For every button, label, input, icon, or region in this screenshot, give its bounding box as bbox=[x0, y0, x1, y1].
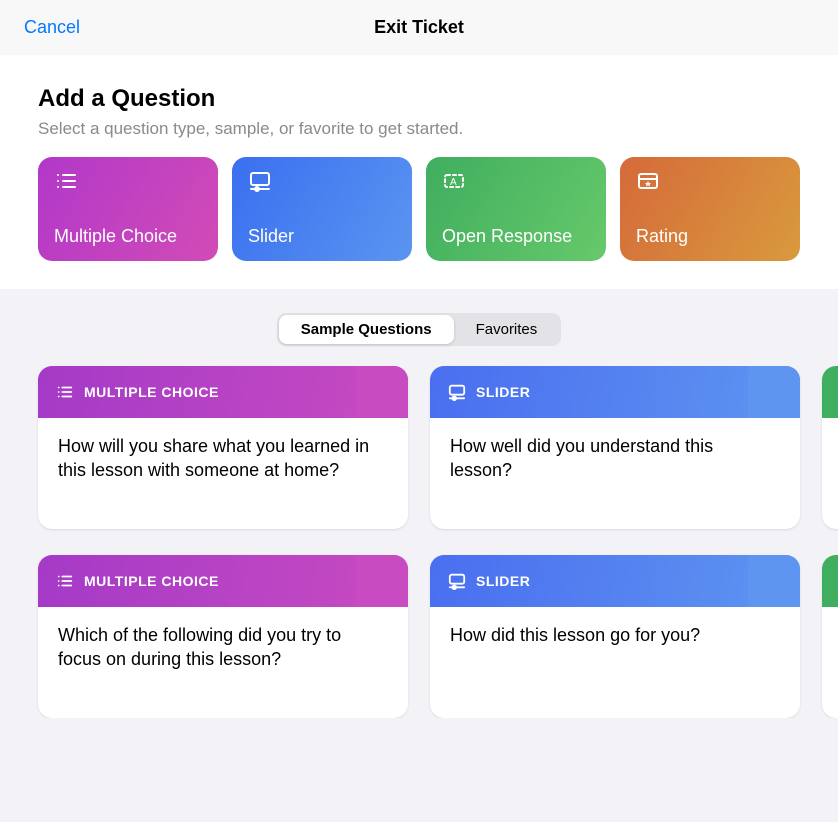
type-multiple-choice-button[interactable]: Multiple Choice bbox=[38, 157, 218, 261]
type-label: Multiple Choice bbox=[54, 226, 202, 247]
slider-icon bbox=[448, 572, 466, 590]
tab-favorites[interactable]: Favorites bbox=[454, 315, 560, 344]
cancel-button[interactable]: Cancel bbox=[24, 17, 80, 38]
sample-card-header: MULTIPLE CHOICE bbox=[38, 366, 408, 418]
sample-question-card[interactable]: MULTIPLE CHOICE Which of the following d… bbox=[38, 555, 408, 718]
type-label: Open Response bbox=[442, 226, 590, 247]
list-icon bbox=[56, 383, 74, 401]
sample-type-label: SLIDER bbox=[476, 573, 530, 589]
sample-question-text: How will you share what you learned in t… bbox=[38, 418, 408, 499]
sample-card-header bbox=[822, 366, 838, 418]
card-accent bbox=[748, 555, 800, 607]
sample-card-header bbox=[822, 555, 838, 607]
tab-sample-questions[interactable]: Sample Questions bbox=[279, 315, 454, 344]
list-icon bbox=[54, 169, 78, 193]
type-slider-button[interactable]: Slider bbox=[232, 157, 412, 261]
sample-question-card-peek[interactable] bbox=[822, 555, 838, 718]
add-question-subtitle: Select a question type, sample, or favor… bbox=[38, 119, 800, 139]
type-label: Rating bbox=[636, 226, 784, 247]
segmented-control-wrap: Sample Questions Favorites bbox=[0, 289, 838, 366]
card-accent bbox=[356, 555, 408, 607]
sample-questions-grid: MULTIPLE CHOICE How will you share what … bbox=[0, 366, 838, 718]
svg-text:A: A bbox=[450, 177, 457, 188]
sample-question-card-peek[interactable] bbox=[822, 366, 838, 529]
add-question-panel: Add a Question Select a question type, s… bbox=[0, 55, 838, 289]
sample-question-text: Which of the following did you try to fo… bbox=[38, 607, 408, 688]
sample-card-header: SLIDER bbox=[430, 366, 800, 418]
sample-question-card[interactable]: MULTIPLE CHOICE How will you share what … bbox=[38, 366, 408, 529]
sample-card-header: SLIDER bbox=[430, 555, 800, 607]
type-rating-button[interactable]: Rating bbox=[620, 157, 800, 261]
add-question-heading: Add a Question bbox=[38, 85, 800, 113]
card-accent bbox=[748, 366, 800, 418]
list-icon bbox=[56, 572, 74, 590]
sample-type-label: SLIDER bbox=[476, 384, 530, 400]
card-accent bbox=[356, 366, 408, 418]
sample-type-label: MULTIPLE CHOICE bbox=[84, 384, 219, 400]
sample-question-text: How well did you understand this lesson? bbox=[430, 418, 800, 499]
star-icon bbox=[636, 169, 660, 193]
page-title: Exit Ticket bbox=[374, 17, 464, 38]
question-type-row: Multiple Choice Slider A Open Response bbox=[38, 157, 800, 261]
slider-icon bbox=[448, 383, 466, 401]
navigation-bar: Cancel Exit Ticket bbox=[0, 0, 838, 55]
segmented-control: Sample Questions Favorites bbox=[277, 313, 562, 346]
sample-question-card[interactable]: SLIDER How did this lesson go for you? bbox=[430, 555, 800, 718]
type-label: Slider bbox=[248, 226, 396, 247]
sample-question-card[interactable]: SLIDER How well did you understand this … bbox=[430, 366, 800, 529]
sample-type-label: MULTIPLE CHOICE bbox=[84, 573, 219, 589]
sample-card-header: MULTIPLE CHOICE bbox=[38, 555, 408, 607]
slider-icon bbox=[248, 169, 272, 193]
textbox-icon: A bbox=[442, 169, 466, 193]
type-open-response-button[interactable]: A Open Response bbox=[426, 157, 606, 261]
sample-question-text: How did this lesson go for you? bbox=[430, 607, 800, 663]
